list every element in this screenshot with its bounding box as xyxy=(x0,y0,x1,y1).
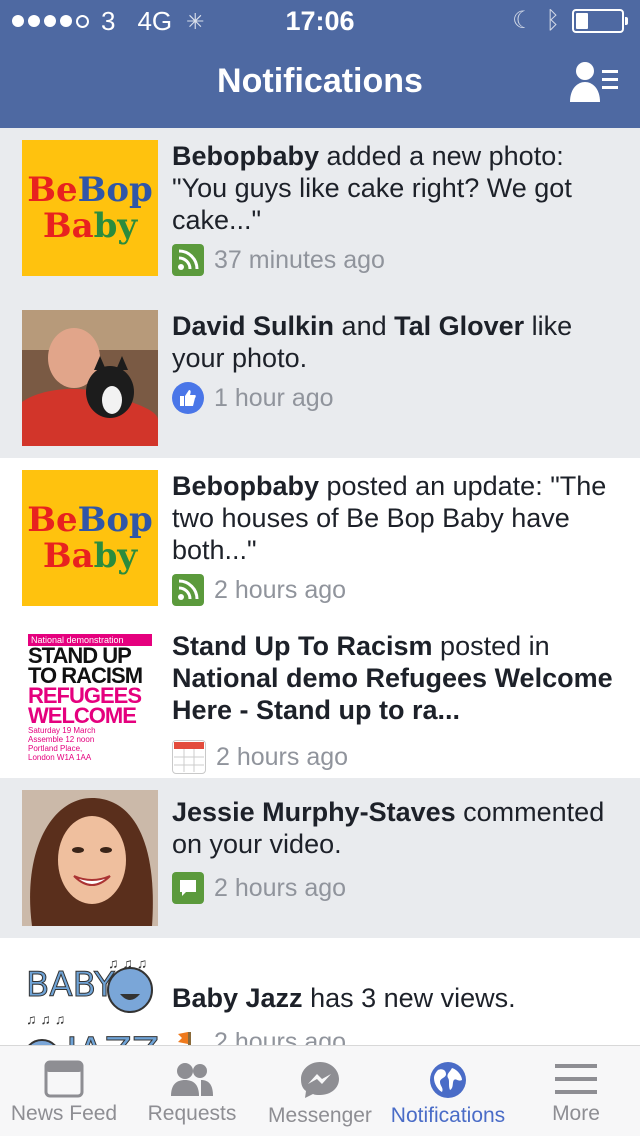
notification-text: Bebopbaby added a new photo: "You guys l… xyxy=(172,141,572,235)
status-bar: 3 4G ✳ 17:06 ☾ ᛒ xyxy=(0,0,640,40)
tab-label: News Feed xyxy=(10,1102,118,1125)
tab-bar: News Feed Requests Messenger Notificatio… xyxy=(0,1045,640,1136)
friends-settings-button[interactable] xyxy=(570,60,620,106)
tab-label: Requests xyxy=(147,1102,237,1125)
notification-time: 2 hours ago xyxy=(216,742,349,771)
calendar-icon xyxy=(172,740,206,774)
globe-icon xyxy=(430,1062,466,1098)
svg-text:♫ ♫ ♫: ♫ ♫ ♫ xyxy=(108,955,147,971)
news-feed-icon xyxy=(44,1060,84,1098)
bebopbaby-avatar: BeBop Baby xyxy=(22,470,158,606)
notification-text: Jessie Murphy-Staves commented on your v… xyxy=(172,797,605,859)
rss-icon xyxy=(172,574,204,606)
jessie-murphy-staves-avatar xyxy=(22,790,158,926)
battery-icon xyxy=(572,8,628,33)
do-not-disturb-icon: ☾ xyxy=(512,7,534,34)
svg-text:BABY: BABY xyxy=(26,965,115,1005)
notifications-list: BeBop Baby Bebopbaby added a new photo: … xyxy=(0,128,640,1086)
tab-label: Messenger xyxy=(268,1104,372,1127)
notification-item[interactable]: David Sulkin and Tal Glover like your ph… xyxy=(0,288,640,458)
tab-label: Notifications xyxy=(390,1104,506,1127)
notification-item[interactable]: BeBop Baby Bebopbaby posted an update: "… xyxy=(0,458,640,618)
rss-icon xyxy=(172,244,204,276)
notification-time: 2 hours ago xyxy=(214,575,347,604)
notification-text: Baby Jazz has 3 new views. xyxy=(172,983,516,1013)
tab-requests[interactable]: Requests xyxy=(128,1046,256,1136)
tab-messenger[interactable]: Messenger xyxy=(256,1046,384,1136)
messenger-icon xyxy=(301,1062,339,1098)
stand-up-to-racism-poster: National demonstration STAND UP TO RACIS… xyxy=(22,630,158,766)
comment-icon xyxy=(172,872,204,904)
menu-icon xyxy=(555,1064,597,1094)
notification-time: 2 hours ago xyxy=(214,873,347,902)
notification-text: Bebopbaby posted an update: "The two hou… xyxy=(172,471,607,565)
tab-label: More xyxy=(552,1102,600,1125)
bebopbaby-avatar: BeBop Baby xyxy=(22,140,158,276)
requests-icon xyxy=(171,1063,213,1096)
notification-text: David Sulkin and Tal Glover like your ph… xyxy=(172,311,573,373)
david-sulkin-avatar xyxy=(22,310,158,446)
notification-time: 37 minutes ago xyxy=(214,245,385,274)
notification-item[interactable]: Jessie Murphy-Staves commented on your v… xyxy=(0,778,640,938)
bluetooth-icon: ᛒ xyxy=(545,6,560,34)
tab-news-feed[interactable]: News Feed xyxy=(0,1046,128,1136)
notification-text: Stand Up To Racism posted in National de… xyxy=(172,631,613,725)
tab-more[interactable]: More xyxy=(512,1046,640,1136)
notification-item[interactable]: BeBop Baby Bebopbaby added a new photo: … xyxy=(0,128,640,288)
svg-text:♫ ♫ ♫: ♫ ♫ ♫ xyxy=(26,1011,65,1027)
tab-notifications[interactable]: Notifications xyxy=(384,1046,512,1136)
person-list-icon xyxy=(570,62,618,102)
top-bar: 3 4G ✳ 17:06 ☾ ᛒ Notifications xyxy=(0,0,640,128)
notification-time: 1 hour ago xyxy=(214,383,334,412)
page-title: Notifications xyxy=(217,62,423,100)
like-icon xyxy=(172,382,204,414)
notification-item[interactable]: National demonstration STAND UP TO RACIS… xyxy=(0,618,640,778)
